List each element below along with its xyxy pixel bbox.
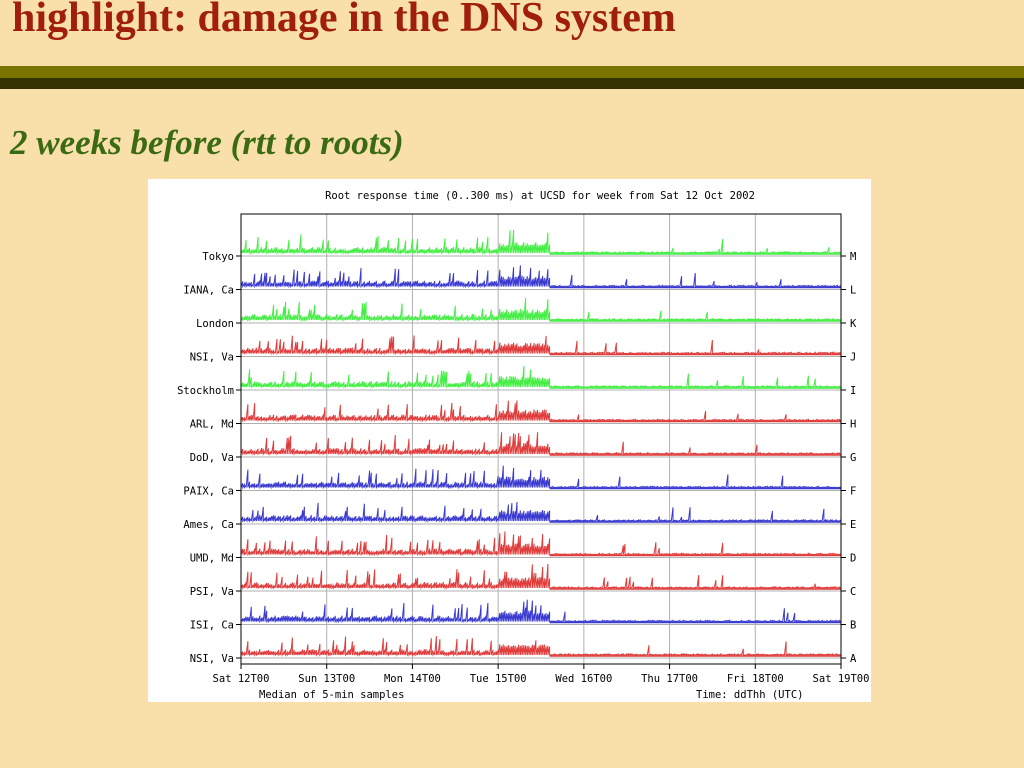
chart-title: Root response time (0..300 ms) at UCSD f…	[325, 190, 755, 202]
x-tick-label: Thu 17T00	[641, 673, 698, 685]
series-location-label: IANA, Ca	[183, 285, 234, 297]
series-letter-label: F	[850, 486, 856, 498]
series-trace	[240, 636, 842, 657]
series-letter-label: A	[850, 653, 857, 665]
x-tick-label: Sun 13T00	[298, 673, 355, 685]
x-axis-note-left: Median of 5-min samples	[259, 689, 404, 701]
series-location-label: PAIX, Ca	[183, 486, 234, 498]
series-letter-label: H	[850, 419, 856, 431]
rtt-chart-panel: Root response time (0..300 ms) at UCSD f…	[148, 179, 871, 702]
series-trace	[240, 501, 842, 523]
x-tick-label: Sat 12T00	[213, 673, 270, 685]
series-trace	[240, 531, 842, 557]
series-location-label: DoD, Va	[190, 452, 234, 464]
series-trace	[240, 298, 842, 322]
series-location-label: Ames, Ca	[183, 519, 234, 531]
series-letter-label: C	[850, 586, 856, 598]
chart-series	[240, 229, 842, 657]
series-letter-label: G	[850, 452, 856, 464]
series-location-label: NSI, Va	[190, 352, 234, 364]
x-tick-label: Tue 15T00	[470, 673, 527, 685]
series-location-label: PSI, Va	[190, 586, 234, 598]
series-letter-label: B	[850, 620, 856, 632]
series-location-label: Stockholm	[177, 385, 234, 397]
series-location-label: Tokyo	[202, 251, 234, 263]
title-rule-bottom	[0, 78, 1024, 89]
series-location-label: UMD, Md	[190, 553, 234, 565]
series-trace	[240, 400, 842, 423]
series-trace	[240, 365, 842, 389]
series-location-label: ARL, Md	[190, 419, 234, 431]
series-trace	[240, 229, 842, 255]
series-letter-label: K	[850, 318, 857, 330]
series-letter-label: L	[850, 285, 856, 297]
series-trace	[240, 599, 842, 624]
series-location-label: ISI, Ca	[190, 620, 234, 632]
x-tick-label: Wed 16T00	[555, 673, 612, 685]
x-tick-label: Fri 18T00	[727, 673, 784, 685]
series-letter-label: M	[850, 251, 856, 263]
slide-subtitle: 2 weeks before (rtt to roots)	[10, 123, 404, 162]
x-tick-label: Sat 19T00	[813, 673, 870, 685]
series-location-label: NSI, Va	[190, 653, 234, 665]
slide-title: highlight: damage in the DNS system	[12, 0, 676, 41]
title-rule-top	[0, 66, 1024, 78]
series-location-label: London	[196, 318, 234, 330]
series-trace	[240, 432, 842, 456]
series-trace	[240, 335, 842, 356]
series-trace	[240, 563, 842, 590]
series-letter-label: J	[850, 352, 856, 364]
series-letter-label: E	[850, 519, 856, 531]
series-letter-label: I	[850, 385, 856, 397]
series-trace	[240, 265, 842, 289]
series-trace	[240, 465, 842, 490]
rtt-chart: Root response time (0..300 ms) at UCSD f…	[177, 190, 870, 701]
x-tick-label: Mon 14T00	[384, 673, 441, 685]
series-letter-label: D	[850, 553, 856, 565]
x-axis-note-right: Time: ddThh (UTC)	[696, 689, 803, 701]
